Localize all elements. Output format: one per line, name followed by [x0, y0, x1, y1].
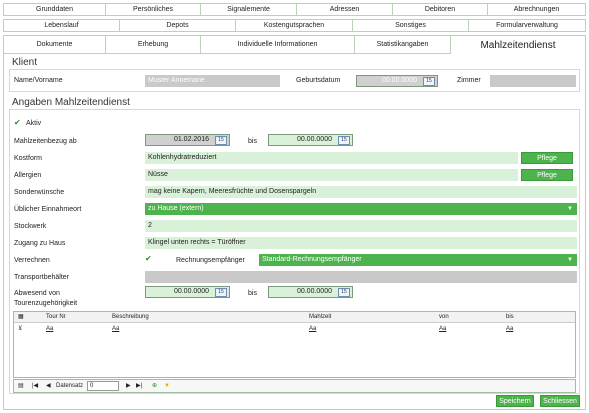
client-section-title: Klient	[12, 57, 38, 68]
allergien-field[interactable]: Nüsse	[145, 169, 518, 181]
room-field	[490, 75, 576, 87]
pager-icon[interactable]: ▤	[18, 380, 24, 392]
save-button[interactable]: Speichern	[496, 395, 534, 407]
touren-label: Tourenzugehörigkeit	[14, 300, 78, 307]
abwesend-from-field[interactable]: 00.00.0000 15	[145, 286, 230, 298]
tab-dokumente[interactable]: Dokumente	[3, 35, 106, 54]
zugang-field[interactable]: Klingel unten rechts = Türöffner	[145, 237, 577, 249]
birth-label: Geburtsdatum	[296, 77, 341, 84]
abwesend-bis-label: bis	[248, 290, 257, 297]
last-record-icon[interactable]: ▶|	[136, 380, 142, 392]
kostform-label: Kostform	[14, 155, 43, 162]
grid-settings-icon[interactable]: ▦	[18, 312, 24, 323]
allergien-pflege-button[interactable]: Pflege	[521, 169, 573, 181]
calendar-icon[interactable]: 15	[215, 136, 227, 145]
next-record-icon[interactable]: ▶	[126, 380, 131, 392]
filter-bis[interactable]: Aa	[506, 324, 513, 334]
touren-grid[interactable]: ▦ Tour Nr Beschreibung Mahlzeit von bis …	[13, 311, 576, 378]
tab-erhebung[interactable]: Erhebung	[106, 35, 201, 54]
col-tour-nr[interactable]: Tour Nr	[46, 312, 66, 323]
kostform-field[interactable]: Kohlenhydratreduziert	[145, 152, 518, 164]
name-field: Muster Annemarie	[145, 75, 280, 87]
tab-row-3: Dokumente Erhebung Individuelle Informat…	[3, 35, 586, 54]
tab-kostengutsprachen[interactable]: Kostengutsprachen	[236, 19, 353, 32]
empf-label: Rechnungsempfänger	[176, 257, 245, 264]
verrechnen-checkbox[interactable]: ✔	[145, 254, 152, 263]
abwesend-to-field[interactable]: 00.00.0000 15	[268, 286, 353, 298]
start-label: Mahlzeitenbezug ab	[14, 138, 77, 145]
kostform-pflege-button[interactable]: Pflege	[521, 152, 573, 164]
calendar-icon[interactable]: 15	[338, 288, 350, 297]
filter-tour-nr[interactable]: Aa	[46, 324, 53, 334]
tab-abrechnungen[interactable]: Abrechnungen	[488, 3, 586, 16]
tab-row-2: Lebenslauf Depots Kostengutsprachen Sons…	[3, 19, 586, 32]
sonder-label: Sonderwünsche	[14, 189, 65, 196]
zugang-label: Zugang zu Haus	[14, 240, 66, 247]
tab-depots[interactable]: Depots	[120, 19, 236, 32]
tab-signalemente[interactable]: Signalemente	[201, 3, 297, 16]
pager-label: Datensatz	[56, 383, 84, 389]
tab-row-1: Grunddaten Persönliches Signalemente Adr…	[3, 3, 586, 16]
name-label: Name/Vorname	[14, 77, 63, 84]
filter-icon[interactable]: ⊻	[18, 324, 22, 334]
tab-mahlzeitendienst[interactable]: Mahlzeitendienst	[451, 35, 586, 54]
col-mahlzeit[interactable]: Mahlzeit	[309, 312, 331, 323]
calendar-icon: 15	[423, 77, 435, 86]
ort-select[interactable]: zu Hause (extern) ▼	[145, 203, 577, 215]
tab-grunddaten[interactable]: Grunddaten	[3, 3, 106, 16]
add-record-icon[interactable]: ⊕	[152, 380, 157, 392]
calendar-icon[interactable]: 15	[215, 288, 227, 297]
record-input[interactable]: 0	[87, 381, 119, 391]
birth-date-field: 00.00.0000 15	[356, 75, 438, 87]
stock-label: Stockwerk	[14, 223, 47, 230]
end-date-field[interactable]: 00.00.0000 15	[268, 134, 353, 146]
col-von[interactable]: von	[439, 312, 449, 323]
filter-von[interactable]: Aa	[439, 324, 446, 334]
close-button[interactable]: Schliessen	[540, 395, 580, 407]
transport-field	[145, 271, 577, 283]
sonder-field[interactable]: mag keine Kapern, Meeresfrüchte und Dose…	[145, 186, 577, 198]
grid-header	[14, 312, 575, 323]
tab-persoenliches[interactable]: Persönliches	[106, 3, 201, 16]
empf-select[interactable]: Standard-Rechnungsempfänger ▼	[259, 254, 577, 266]
tab-debitoren[interactable]: Debitoren	[393, 3, 488, 16]
prev-record-icon[interactable]: ◀	[46, 380, 51, 392]
start-date-field[interactable]: 01.02.2016 15	[145, 134, 230, 146]
transport-label: Transportbehälter	[14, 274, 69, 281]
chevron-down-icon[interactable]: ▼	[567, 203, 573, 215]
calendar-icon[interactable]: 15	[338, 136, 350, 145]
active-label: Aktiv	[26, 120, 42, 127]
first-record-icon[interactable]: |◀	[32, 380, 38, 392]
meals-section-title: Angaben Mahlzeitendienst	[12, 97, 130, 108]
col-bis[interactable]: bis	[506, 312, 514, 323]
tab-formularverwaltung[interactable]: Formularverwaltung	[469, 19, 586, 32]
chevron-down-icon[interactable]: ▼	[567, 254, 573, 266]
active-checkbox[interactable]: ✔	[14, 118, 21, 127]
room-label: Zimmer	[457, 77, 481, 84]
col-beschreibung[interactable]: Beschreibung	[112, 312, 149, 323]
allergien-label: Allergien	[14, 172, 42, 179]
ort-label: Üblicher Einnahmeort	[14, 206, 82, 213]
filter-toggle-icon[interactable]: ▼	[164, 380, 170, 392]
stock-field[interactable]: 2	[145, 220, 577, 232]
tab-individuelle-informationen[interactable]: Individuelle Informationen	[201, 35, 355, 54]
tab-lebenslauf[interactable]: Lebenslauf	[3, 19, 120, 32]
abwesend-label: Abwesend von	[14, 290, 60, 297]
filter-beschreibung[interactable]: Aa	[112, 324, 119, 334]
verrechnen-label: Verrechnen	[14, 257, 50, 264]
grid-pager: ▤ |◀ ◀ Datensatz 0 ▶ ▶| ⊕ ▼	[13, 379, 576, 393]
end-label: bis	[248, 138, 257, 145]
tab-sonstiges[interactable]: Sonstiges	[353, 19, 469, 32]
tab-statistikangaben[interactable]: Statistikangaben	[355, 35, 451, 54]
tab-adressen[interactable]: Adressen	[297, 3, 393, 16]
filter-mahlzeit[interactable]: Aa	[309, 324, 316, 334]
